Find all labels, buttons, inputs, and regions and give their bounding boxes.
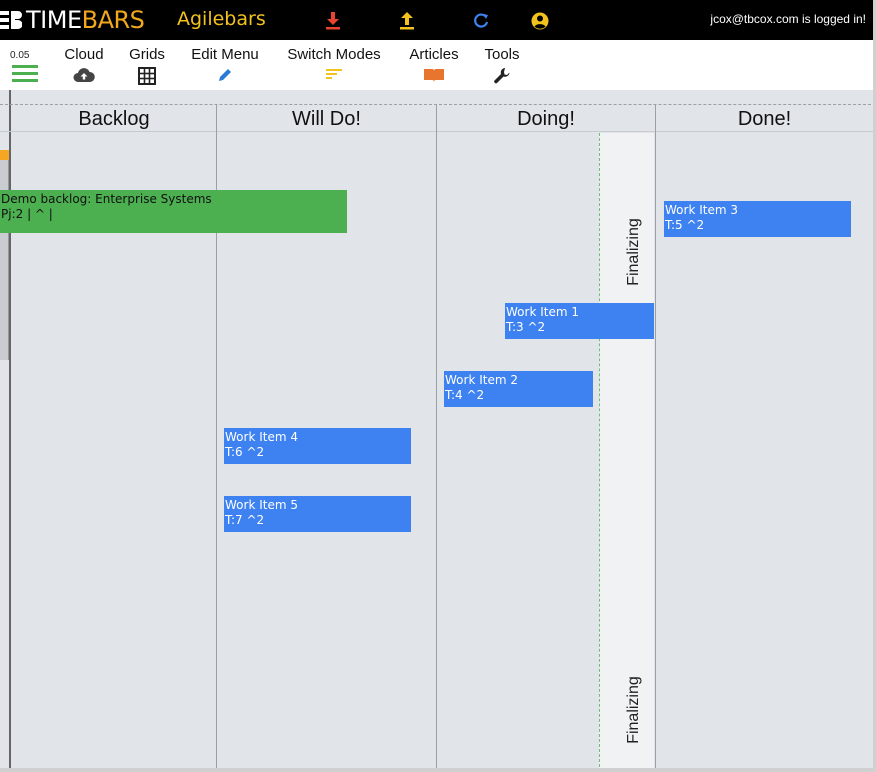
card-title: Work Item 3 [665, 203, 738, 217]
card-demo-backlog[interactable]: Demo backlog: Enterprise Systems Pj:2 | … [0, 190, 347, 233]
download-icon[interactable] [322, 10, 344, 32]
hamburger-menu-icon[interactable] [12, 65, 38, 85]
card-work-item-2[interactable]: Work Item 2 T:4 ^2 [444, 371, 593, 407]
pencil-icon [186, 67, 264, 87]
card-work-item-5[interactable]: Work Item 5 T:7 ^2 [224, 496, 411, 532]
card-meta: T:5 ^2 [665, 218, 705, 232]
card-meta: T:3 ^2 [506, 320, 546, 334]
column-header-row: Backlog Will Do! Doing! Done! [0, 104, 876, 132]
window-bottom-edge [0, 768, 876, 772]
finalizing-label-top: Finalizing [624, 218, 642, 286]
card-meta: Pj:2 | ^ | [1, 207, 53, 221]
top-bar: TIMEBARS Agilebars jcox@tbcox.com is log… [0, 0, 876, 40]
logo-time-text: TIME [26, 6, 82, 34]
grid-icon [127, 67, 167, 87]
menu-articles[interactable]: Articles [405, 46, 463, 87]
timebars-logo-icon [0, 9, 23, 31]
card-meta: T:6 ^2 [225, 445, 265, 459]
login-status: jcox@tbcox.com is logged in! [710, 12, 866, 26]
upload-icon[interactable] [396, 10, 418, 32]
menu-tools-label: Tools [484, 46, 520, 63]
card-title: Demo backlog: Enterprise Systems [1, 192, 212, 206]
wrench-icon [482, 67, 522, 87]
book-icon [405, 67, 463, 87]
menu-tools[interactable]: Tools [482, 46, 522, 87]
card-title: Work Item 1 [506, 305, 579, 319]
sort-lines-icon [283, 67, 385, 87]
menu-edit[interactable]: Edit Menu [186, 46, 264, 87]
card-meta: T:7 ^2 [225, 513, 265, 527]
card-work-item-4[interactable]: Work Item 4 T:6 ^2 [224, 428, 411, 464]
menu-bar: 0.05 Cloud Grids Edit Menu Switch Modes … [0, 40, 876, 90]
left-panel-tab[interactable] [0, 150, 9, 160]
menu-grids[interactable]: Grids [127, 46, 167, 87]
menu-articles-label: Articles [409, 46, 459, 63]
column-header-done: Done! [737, 108, 792, 130]
logo-bars-text: BARS [81, 6, 145, 34]
account-icon[interactable] [529, 10, 551, 32]
menu-grids-label: Grids [129, 46, 165, 63]
card-title: Work Item 2 [445, 373, 518, 387]
column-divider [436, 104, 437, 772]
card-work-item-3[interactable]: Work Item 3 T:5 ^2 [664, 201, 851, 237]
refresh-icon[interactable] [470, 10, 492, 32]
card-work-item-1[interactable]: Work Item 1 T:3 ^2 [505, 303, 654, 339]
finalizing-lane: Finalizing Finalizing [599, 133, 654, 772]
cloud-upload-icon [62, 67, 106, 87]
menu-switch-modes[interactable]: Switch Modes [283, 46, 385, 87]
card-title: Work Item 5 [225, 498, 298, 512]
menu-cloud[interactable]: Cloud [62, 46, 106, 87]
column-divider [655, 104, 656, 772]
timebars-logo: TIMEBARS [26, 5, 145, 35]
card-title: Work Item 4 [225, 430, 298, 444]
card-meta: T:4 ^2 [445, 388, 485, 402]
column-header-doing: Doing! [517, 108, 575, 130]
version-label: 0.05 [10, 50, 30, 61]
menu-switch-modes-label: Switch Modes [287, 46, 381, 63]
menu-edit-label: Edit Menu [191, 46, 259, 63]
app-title: Agilebars [177, 8, 266, 30]
column-header-will-do: Will Do! [292, 108, 361, 130]
finalizing-label-bottom: Finalizing [624, 676, 642, 744]
column-header-backlog: Backlog [78, 108, 150, 130]
menu-cloud-label: Cloud [64, 46, 104, 63]
